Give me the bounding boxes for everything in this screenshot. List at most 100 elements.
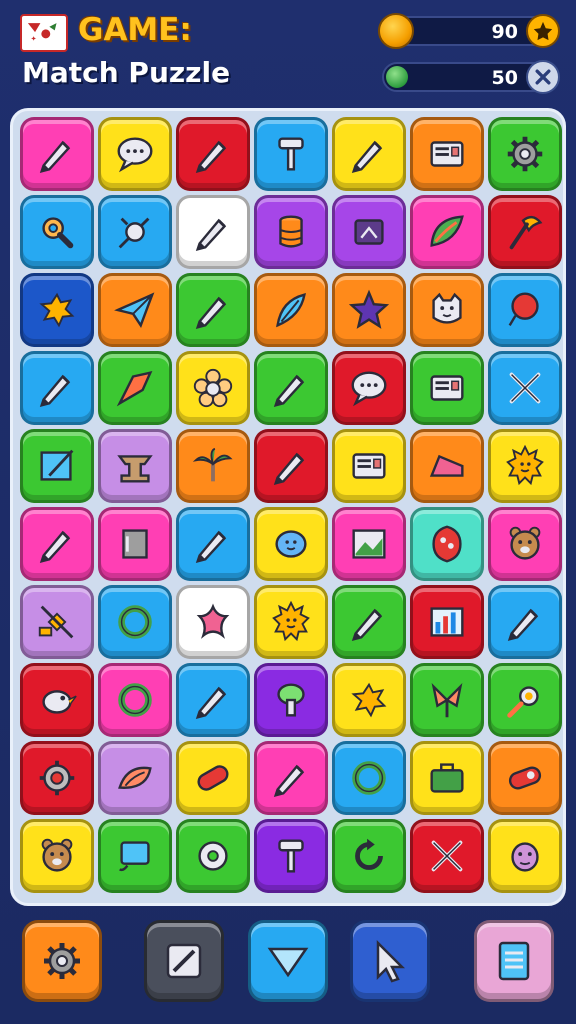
tile[interactable] (20, 507, 94, 581)
ring-icon (346, 755, 392, 801)
tile[interactable] (98, 507, 172, 581)
tile[interactable] (254, 351, 328, 425)
tile[interactable] (410, 663, 484, 737)
tile[interactable] (410, 507, 484, 581)
tile[interactable] (254, 195, 328, 269)
tile[interactable] (98, 429, 172, 503)
tile[interactable] (98, 195, 172, 269)
tile[interactable] (488, 819, 562, 893)
pencil-icon (268, 365, 314, 411)
tile[interactable] (410, 429, 484, 503)
tile[interactable] (332, 819, 406, 893)
tile[interactable] (332, 585, 406, 659)
tile[interactable] (410, 273, 484, 347)
pencil-icon (34, 521, 80, 567)
tile[interactable] (410, 195, 484, 269)
tile[interactable] (176, 273, 250, 347)
tile[interactable] (332, 507, 406, 581)
tile[interactable] (488, 663, 562, 737)
gear-icon (38, 937, 86, 985)
tile[interactable] (488, 273, 562, 347)
edit-icon (160, 937, 208, 985)
tile[interactable] (20, 429, 94, 503)
tile[interactable] (98, 663, 172, 737)
tile[interactable] (410, 741, 484, 815)
star-badge-icon[interactable] (526, 14, 560, 48)
tile[interactable] (332, 351, 406, 425)
flower-icon (190, 365, 236, 411)
gems-value: 50 (491, 67, 518, 89)
tile[interactable] (20, 195, 94, 269)
tile[interactable] (254, 741, 328, 815)
tile[interactable] (176, 507, 250, 581)
close-x-icon[interactable] (526, 60, 560, 94)
tile[interactable] (254, 819, 328, 893)
tile[interactable] (410, 819, 484, 893)
swords-icon (424, 833, 470, 879)
tile[interactable] (410, 117, 484, 191)
tile[interactable] (20, 117, 94, 191)
tile[interactable] (254, 663, 328, 737)
wrench-icon (34, 209, 80, 255)
tile[interactable] (176, 429, 250, 503)
notes-button[interactable] (474, 920, 554, 1002)
tile[interactable] (254, 585, 328, 659)
tile[interactable] (488, 117, 562, 191)
tile[interactable] (254, 507, 328, 581)
edit-button[interactable] (144, 920, 224, 1002)
tile[interactable] (98, 117, 172, 191)
tile[interactable] (488, 429, 562, 503)
tile[interactable] (98, 741, 172, 815)
tile[interactable] (254, 429, 328, 503)
cog-eye-icon (34, 755, 80, 801)
tile[interactable] (254, 273, 328, 347)
tile[interactable] (176, 351, 250, 425)
tile[interactable] (332, 195, 406, 269)
tile[interactable] (488, 507, 562, 581)
tile[interactable] (410, 351, 484, 425)
tile[interactable] (176, 117, 250, 191)
tile[interactable] (332, 429, 406, 503)
pointer-button[interactable] (350, 920, 430, 1002)
bear-icon (502, 521, 548, 567)
gem-icon (386, 66, 408, 88)
hint-button[interactable] (248, 920, 328, 1002)
pencil-icon (34, 131, 80, 177)
blob-face-icon (268, 521, 314, 567)
pencil-icon (346, 131, 392, 177)
capsule-icon (502, 755, 548, 801)
tile[interactable] (20, 273, 94, 347)
tile[interactable] (20, 663, 94, 737)
settings-button[interactable] (22, 920, 102, 1002)
pencil-icon (502, 599, 548, 645)
pencil-icon (190, 521, 236, 567)
game-title: GAME: (78, 12, 192, 48)
tile[interactable] (176, 585, 250, 659)
tile[interactable] (332, 273, 406, 347)
monitor-icon (112, 833, 158, 879)
tile[interactable] (98, 351, 172, 425)
tile[interactable] (332, 741, 406, 815)
tile[interactable] (98, 273, 172, 347)
pencil-icon (268, 443, 314, 489)
tile[interactable] (488, 741, 562, 815)
tile[interactable] (488, 351, 562, 425)
tile[interactable] (20, 351, 94, 425)
tile[interactable] (20, 819, 94, 893)
tile[interactable] (20, 741, 94, 815)
tile[interactable] (410, 585, 484, 659)
tile[interactable] (98, 585, 172, 659)
tile[interactable] (176, 741, 250, 815)
tile[interactable] (254, 117, 328, 191)
tile[interactable] (176, 195, 250, 269)
starfish-icon (190, 599, 236, 645)
tile[interactable] (332, 117, 406, 191)
tile[interactable] (98, 819, 172, 893)
tile[interactable] (20, 585, 94, 659)
panel-icon (346, 443, 392, 489)
tile[interactable] (176, 663, 250, 737)
tile[interactable] (488, 195, 562, 269)
tile[interactable] (176, 819, 250, 893)
tile[interactable] (488, 585, 562, 659)
tile[interactable] (332, 663, 406, 737)
